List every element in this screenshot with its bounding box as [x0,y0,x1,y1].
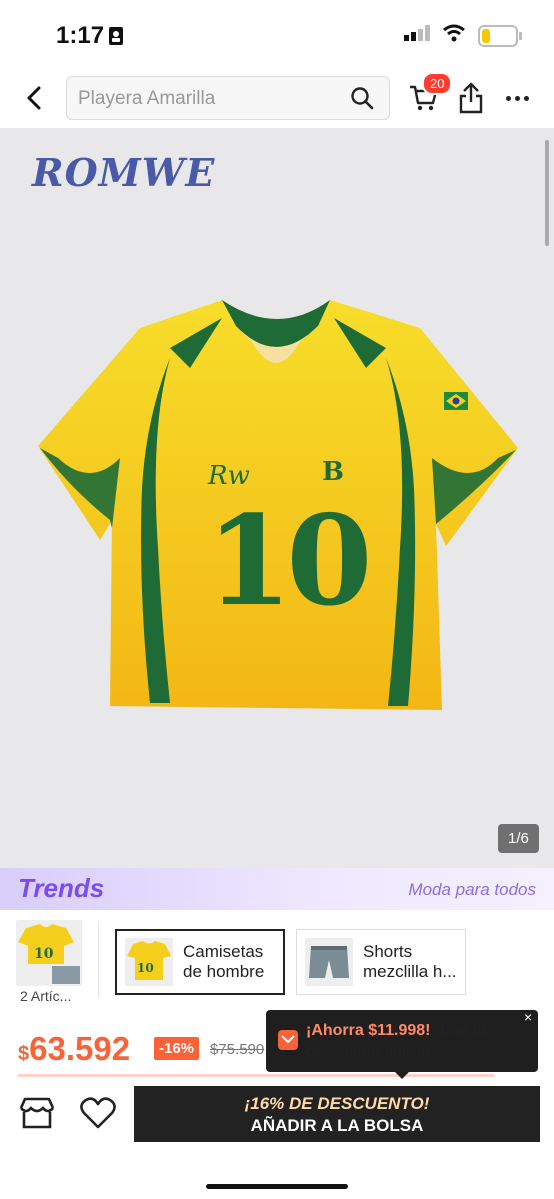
bundle-items-label: 2 Artíc... [20,988,72,1004]
bundle-thumbnail[interactable]: 10 [16,920,82,986]
wifi-icon [442,24,466,47]
price-value: 63.592 [29,1030,131,1067]
shirt-thumbnail: 10 [125,938,173,986]
promo-progress [18,1074,494,1077]
svg-text:10: 10 [137,961,154,975]
brand-logo: ROMWE [32,150,216,195]
original-price: $75.590 [210,1041,265,1058]
tooltip-text: ¡Ahorra $11.998! ¡Usa tu descuento ahora… [306,1020,522,1062]
scrollbar[interactable] [545,140,549,246]
cta-promo: ¡16% DE DESCUENTO! [244,1094,430,1113]
share-button[interactable] [458,82,484,119]
heart-icon [80,1097,116,1129]
svg-text:10: 10 [34,946,54,962]
more-button[interactable] [506,96,529,101]
svg-text:Rw: Rw [207,461,250,491]
jersey-number: 10 [206,489,373,634]
svg-text:B: B [322,457,344,487]
tooltip-highlight: ¡Ahorra $11.998! [306,1022,431,1039]
divider [98,922,99,996]
chevron-left-icon [27,86,41,110]
home-indicator [206,1184,348,1189]
cart-count-badge: 20 [422,72,453,95]
related-card-line1: Camisetas [183,942,264,961]
store-button[interactable] [18,1096,56,1135]
sale-price: $63.592 [18,1030,130,1068]
tooltip-arrow [394,1071,410,1079]
store-icon [19,1097,55,1129]
trends-logo: Trends [18,873,105,903]
back-button[interactable] [22,85,48,111]
image-counter: 1/6 [498,824,539,853]
related-card-denim-shorts[interactable]: Shorts mezclilla h... [296,929,466,995]
status-icons [404,24,522,47]
cta-label: AÑADIR A LA BOLSA [250,1116,424,1135]
discount-icon [278,1030,298,1050]
status-time: 1:17 [56,22,105,49]
close-icon[interactable]: × [524,1009,532,1025]
wishlist-button[interactable] [80,1097,116,1134]
discount-badge: -16% [154,1037,200,1060]
cellular-icon [404,25,430,46]
share-icon [459,82,483,114]
related-card-mens-shirts[interactable]: 10 Camisetas de hombre [115,929,285,995]
shorts-thumbnail [305,938,353,986]
search-icon[interactable] [350,86,374,115]
related-card-line2: de hombre [183,962,265,981]
trends-tagline: Moda para todos [408,880,536,899]
search-placeholder: Playera Amarilla [78,88,216,109]
related-card-line1: Shorts [363,942,413,961]
related-card-line2: mezclilla h... [363,962,457,981]
price-currency: $ [18,1043,30,1065]
battery-icon [478,24,522,47]
id-card-icon [108,26,124,51]
